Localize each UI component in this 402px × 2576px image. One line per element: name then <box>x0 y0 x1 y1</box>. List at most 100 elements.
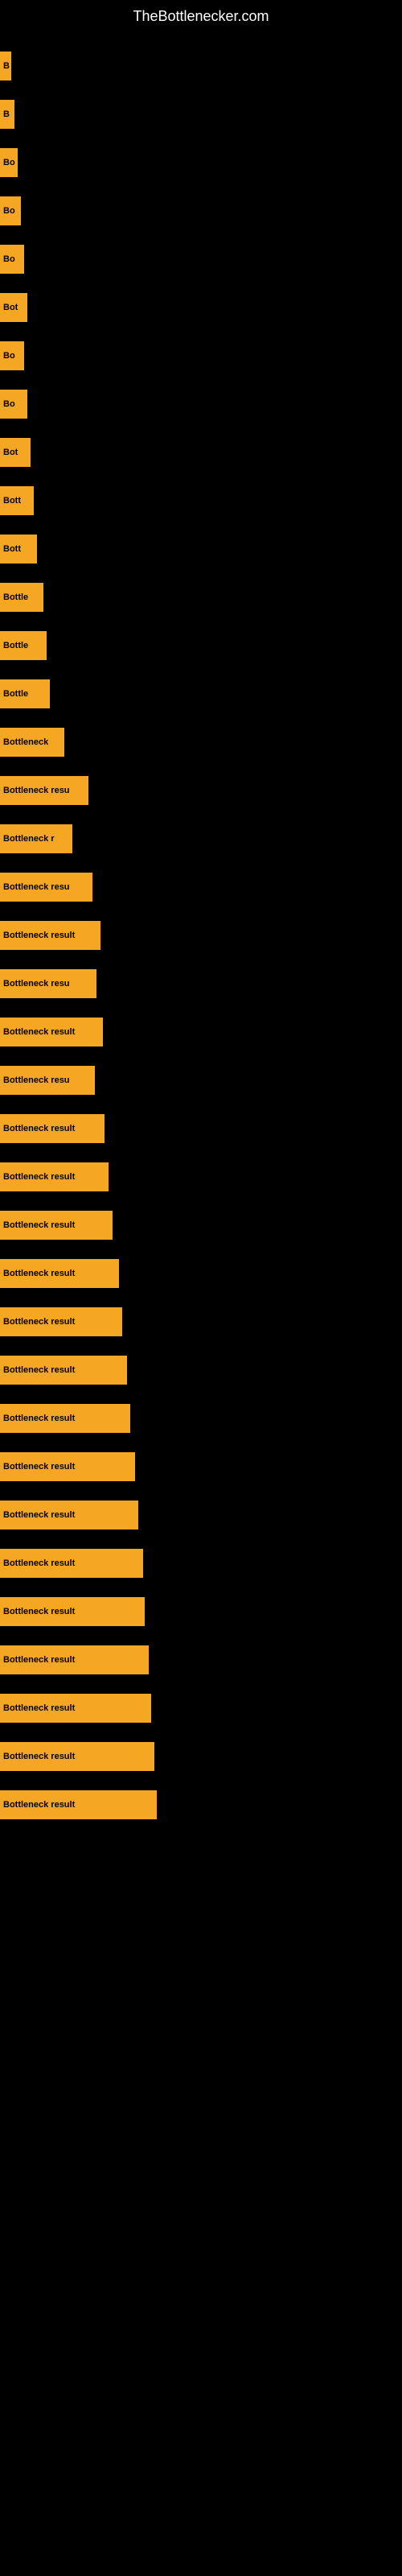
bar-18: Bottleneck resu <box>0 873 92 902</box>
bar-label-6: Bot <box>3 303 18 312</box>
bar-row: Bottleneck result <box>0 1784 402 1826</box>
bar-label-8: Bo <box>3 399 15 409</box>
bar-1: B <box>0 52 11 80</box>
bar-label-23: Bottleneck result <box>3 1124 75 1133</box>
bar-label-19: Bottleneck result <box>3 931 75 940</box>
bar-row: Bo <box>0 190 402 232</box>
site-title: TheBottlenecker.com <box>0 0 402 37</box>
bar-7: Bo <box>0 341 24 370</box>
bar-23: Bottleneck result <box>0 1114 105 1143</box>
bar-label-32: Bottleneck result <box>3 1558 75 1568</box>
bar-row: Bottleneck result <box>0 1108 402 1150</box>
bar-17: Bottleneck r <box>0 824 72 853</box>
bar-row: Bottleneck result <box>0 1156 402 1198</box>
bar-30: Bottleneck result <box>0 1452 135 1481</box>
bar-21: Bottleneck result <box>0 1018 103 1046</box>
bar-26: Bottleneck result <box>0 1259 119 1288</box>
bar-row: Bottleneck r <box>0 818 402 860</box>
bar-row: Bottleneck resu <box>0 1059 402 1101</box>
bar-label-12: Bottle <box>3 592 28 602</box>
bar-label-10: Bott <box>3 496 21 506</box>
bar-row: Bottleneck result <box>0 1204 402 1246</box>
bar-8: Bo <box>0 390 27 419</box>
bar-row: Bottleneck result <box>0 1397 402 1439</box>
bar-label-15: Bottleneck <box>3 737 48 747</box>
bar-label-25: Bottleneck result <box>3 1220 75 1230</box>
bar-row: B <box>0 45 402 87</box>
bar-row: Bottleneck result <box>0 1349 402 1391</box>
bar-label-27: Bottleneck result <box>3 1317 75 1327</box>
bar-row: Bo <box>0 335 402 377</box>
bar-4: Bo <box>0 196 21 225</box>
bar-label-30: Bottleneck result <box>3 1462 75 1472</box>
bar-2: B <box>0 100 14 129</box>
bar-label-24: Bottleneck result <box>3 1172 75 1182</box>
bar-27: Bottleneck result <box>0 1307 122 1336</box>
bar-35: Bottleneck result <box>0 1694 151 1723</box>
bar-label-36: Bottleneck result <box>3 1752 75 1761</box>
bar-row: Bottleneck result <box>0 1446 402 1488</box>
bar-37: Bottleneck result <box>0 1790 157 1819</box>
bar-3: Bo <box>0 148 18 177</box>
bar-28: Bottleneck result <box>0 1356 127 1385</box>
bar-29: Bottleneck result <box>0 1404 130 1433</box>
bar-row: Bottleneck resu <box>0 963 402 1005</box>
bar-row: Bottleneck result <box>0 1494 402 1536</box>
bar-row: Bottleneck result <box>0 1639 402 1681</box>
bar-31: Bottleneck result <box>0 1501 138 1530</box>
bar-row: Bottleneck resu <box>0 770 402 811</box>
bar-12: Bottle <box>0 583 43 612</box>
bar-row: Bottle <box>0 625 402 667</box>
bar-row: Bottle <box>0 576 402 618</box>
bar-5: Bo <box>0 245 24 274</box>
bar-row: Bottleneck result <box>0 1736 402 1777</box>
bar-row: Bo <box>0 142 402 184</box>
bar-6: Bot <box>0 293 27 322</box>
bar-row: Bottleneck result <box>0 1011 402 1053</box>
bar-label-14: Bottle <box>3 689 28 699</box>
bar-label-22: Bottleneck resu <box>3 1075 70 1085</box>
bar-16: Bottleneck resu <box>0 776 88 805</box>
bar-row: Bottleneck <box>0 721 402 763</box>
bar-22: Bottleneck resu <box>0 1066 95 1095</box>
bar-row: Bottleneck result <box>0 1687 402 1729</box>
bar-label-29: Bottleneck result <box>3 1414 75 1423</box>
bar-label-28: Bottleneck result <box>3 1365 75 1375</box>
bar-row: Bot <box>0 431 402 473</box>
bar-row: Bottleneck result <box>0 1301 402 1343</box>
bar-label-37: Bottleneck result <box>3 1800 75 1810</box>
bar-row: Bottle <box>0 673 402 715</box>
bar-33: Bottleneck result <box>0 1597 145 1626</box>
bar-row: B <box>0 93 402 135</box>
bar-19: Bottleneck result <box>0 921 100 950</box>
bar-34: Bottleneck result <box>0 1645 149 1674</box>
bar-label-3: Bo <box>3 158 15 167</box>
bar-14: Bottle <box>0 679 50 708</box>
bar-label-20: Bottleneck resu <box>3 979 70 989</box>
bar-row: Bottleneck result <box>0 1542 402 1584</box>
bar-13: Bottle <box>0 631 47 660</box>
bar-label-17: Bottleneck r <box>3 834 55 844</box>
bar-9: Bot <box>0 438 31 467</box>
bar-label-16: Bottleneck resu <box>3 786 70 795</box>
bar-20: Bottleneck resu <box>0 969 96 998</box>
bar-label-31: Bottleneck result <box>3 1510 75 1520</box>
bar-label-11: Bott <box>3 544 21 554</box>
bar-label-35: Bottleneck result <box>3 1703 75 1713</box>
bar-row: Bottleneck result <box>0 914 402 956</box>
bar-label-2: B <box>3 109 10 119</box>
bar-label-18: Bottleneck resu <box>3 882 70 892</box>
bar-row: Bottleneck result <box>0 1253 402 1294</box>
bar-25: Bottleneck result <box>0 1211 113 1240</box>
bar-label-21: Bottleneck result <box>3 1027 75 1037</box>
bar-24: Bottleneck result <box>0 1162 109 1191</box>
bar-label-9: Bot <box>3 448 18 457</box>
bar-10: Bott <box>0 486 34 515</box>
bar-label-26: Bottleneck result <box>3 1269 75 1278</box>
bar-32: Bottleneck result <box>0 1549 143 1578</box>
bar-11: Bott <box>0 535 37 564</box>
bar-row: Bott <box>0 528 402 570</box>
bar-label-34: Bottleneck result <box>3 1655 75 1665</box>
bar-row: Bottleneck resu <box>0 866 402 908</box>
bar-row: Bot <box>0 287 402 328</box>
